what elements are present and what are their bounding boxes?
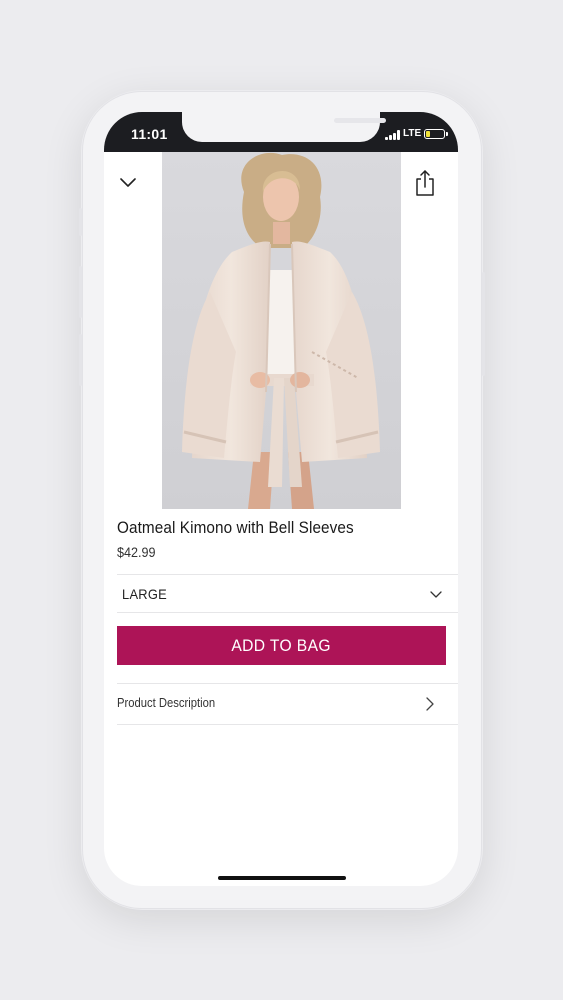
battery-level xyxy=(426,131,430,137)
share-button[interactable] xyxy=(413,169,437,197)
signal-icon xyxy=(385,130,401,140)
size-selected-value: LARGE xyxy=(122,586,168,602)
product-title: Oatmeal Kimono with Bell Sleeves xyxy=(117,518,354,537)
product-description-row[interactable]: Product Description xyxy=(117,684,458,724)
divider xyxy=(117,724,458,725)
share-icon xyxy=(416,170,434,196)
network-type: LTE xyxy=(403,128,422,139)
status-bar: 11:01 LTE xyxy=(104,112,458,152)
chevron-down-icon xyxy=(430,591,442,598)
home-indicator[interactable] xyxy=(218,876,346,880)
size-selector[interactable]: LARGE xyxy=(117,575,458,613)
add-to-bag-button[interactable]: ADD TO BAG xyxy=(117,626,446,665)
chevron-right-icon xyxy=(426,697,434,711)
battery-icon xyxy=(424,129,448,139)
product-photo xyxy=(162,152,401,509)
close-chevron-button[interactable] xyxy=(117,172,139,194)
device-power-button xyxy=(482,272,485,376)
add-to-bag-label: ADD TO BAG xyxy=(231,635,332,655)
status-time: 11:01 xyxy=(131,126,168,142)
device-volume-down xyxy=(79,334,82,386)
app-screen: 11:01 LTE Oatmeal Kimono with Bell Sleev… xyxy=(104,112,458,886)
product-description-label: Product Description xyxy=(117,696,216,710)
device-volume-up xyxy=(79,266,82,318)
divider xyxy=(117,612,458,613)
chevron-down-icon xyxy=(120,178,136,187)
device-notch xyxy=(182,112,386,142)
device-silent-switch xyxy=(79,208,82,236)
speaker-grille xyxy=(334,118,386,123)
product-image[interactable] xyxy=(162,152,401,509)
product-price: $42.99 xyxy=(117,544,156,560)
